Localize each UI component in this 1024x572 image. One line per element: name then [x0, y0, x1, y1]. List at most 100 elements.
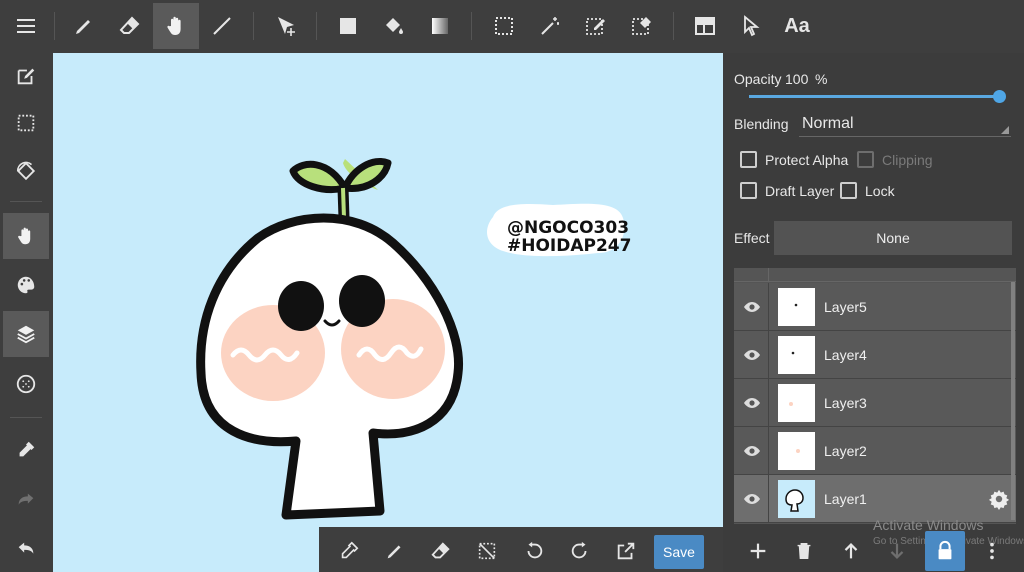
effect-label: Effect: [734, 230, 770, 246]
bucket-tool-button[interactable]: [371, 3, 417, 49]
effect-button[interactable]: None: [774, 221, 1012, 255]
palette-button[interactable]: [3, 262, 49, 308]
arrow-up-icon: [844, 543, 858, 559]
checkbox-box: [740, 182, 757, 199]
palette-icon: [17, 276, 35, 294]
layer-row-layer1[interactable]: Layer1: [734, 475, 1016, 523]
eyedropper-button[interactable]: [3, 427, 49, 473]
opacity-slider-thumb[interactable]: [993, 90, 1006, 103]
redo-button[interactable]: [3, 477, 49, 523]
lock-checkbox[interactable]: Lock: [840, 182, 895, 199]
drawing-canvas[interactable]: @NGOCO303 #HOIDAP247: [53, 53, 723, 527]
deselect-button[interactable]: [467, 531, 507, 571]
layers-icon: [17, 325, 35, 344]
rotate-right-icon: [571, 541, 587, 559]
select-pen-tool-button[interactable]: [573, 3, 619, 49]
visibility-eye-icon[interactable]: [742, 393, 762, 413]
layers-button[interactable]: [3, 311, 49, 357]
layer-row-layer5[interactable]: Layer5: [734, 283, 1016, 331]
sticker-text-1: @NGOCO303: [507, 218, 629, 238]
opacity-value: 100: [785, 71, 809, 87]
menu-button[interactable]: [3, 3, 49, 49]
move-layer-up-button[interactable]: [831, 531, 871, 571]
opacity-slider-track[interactable]: [749, 95, 999, 98]
text-tool-button[interactable]: Aa: [774, 3, 820, 49]
eraser-quick-button[interactable]: [421, 531, 461, 571]
line-icon: [213, 17, 231, 35]
layer-panel: Opacity 100 % Blending Normal Protect Al…: [723, 53, 1024, 572]
more-options-button[interactable]: [972, 531, 1012, 571]
select-rect-tool-button[interactable]: [481, 3, 527, 49]
layer-name: Layer5: [824, 299, 867, 315]
layer-row-layer3[interactable]: Layer3: [734, 379, 1016, 427]
layer-row-layer2[interactable]: Layer2: [734, 427, 1016, 475]
select-pen-icon: [586, 18, 605, 35]
save-button[interactable]: Save: [654, 535, 704, 569]
edit-button[interactable]: [3, 53, 49, 99]
blending-value: Normal: [802, 114, 854, 132]
share-button[interactable]: [606, 531, 646, 571]
selection-button[interactable]: [3, 100, 49, 146]
visibility-eye-icon[interactable]: [742, 345, 762, 365]
line-tool-button[interactable]: [199, 3, 245, 49]
artwork: @NGOCO303 #HOIDAP247: [196, 158, 631, 520]
redo-icon: [18, 493, 34, 505]
toolbar-divider: [253, 12, 254, 40]
selection-icon: [17, 114, 35, 132]
eyedropper-quick-button[interactable]: [329, 531, 369, 571]
eraser-tool-button[interactable]: [107, 3, 153, 49]
undo-button[interactable]: [3, 526, 49, 572]
blending-select[interactable]: Normal: [799, 111, 1011, 137]
grid-button[interactable]: [3, 361, 49, 407]
rotate-right-button[interactable]: [560, 531, 600, 571]
add-layer-button[interactable]: [738, 531, 778, 571]
protect-alpha-label: Protect Alpha: [765, 151, 849, 168]
sprout-stem-fill: [341, 187, 346, 219]
protect-alpha-checkbox[interactable]: Protect Alpha: [740, 151, 848, 168]
pen-quick-button[interactable]: [375, 531, 415, 571]
move-tool-button[interactable]: [263, 3, 309, 49]
delete-layer-button[interactable]: [784, 531, 824, 571]
eyedropper-icon: [341, 541, 359, 559]
toolbar-divider: [54, 12, 55, 40]
hand-tool-button[interactable]: [153, 3, 199, 49]
visibility-eye-icon[interactable]: [742, 489, 762, 509]
layer-list-scrollbar[interactable]: [1011, 282, 1015, 520]
medibang-app: Aa @NGOCO303 #HOIDAP247 Save Opacity 100…: [0, 0, 1024, 572]
panel-tool-button[interactable]: [682, 3, 728, 49]
select-rect-icon: [495, 17, 513, 35]
toolbar-divider: [471, 12, 472, 40]
arrow-down-icon: [890, 543, 904, 559]
pen-icon: [76, 20, 90, 34]
panel-icon: [695, 17, 715, 35]
select-eraser-icon: [632, 17, 651, 35]
visibility-eye-icon[interactable]: [742, 441, 762, 461]
select-eraser-tool-button[interactable]: [619, 3, 665, 49]
layer-name: Layer2: [824, 443, 867, 459]
pen-tool-button[interactable]: [61, 3, 107, 49]
layer-thumbnail: [778, 432, 815, 470]
lock-icon: [938, 540, 952, 560]
canvas-bottom-area: [53, 527, 319, 572]
move-layer-down-button[interactable]: [877, 531, 917, 571]
clipping-checkbox[interactable]: Clipping: [857, 151, 933, 168]
layer-row-layer4[interactable]: Layer4: [734, 331, 1016, 379]
fill-rect-tool-button[interactable]: [325, 3, 371, 49]
hand-button[interactable]: [3, 213, 49, 259]
lock-layer-button[interactable]: [925, 531, 965, 571]
deselect-icon: [478, 542, 496, 560]
layer-settings-gear-icon[interactable]: [988, 488, 1010, 510]
gradient-tool-button[interactable]: [417, 3, 463, 49]
rotate-canvas-button[interactable]: [3, 148, 49, 194]
rotate-left-button[interactable]: [514, 531, 554, 571]
left-sidebar: [0, 53, 53, 572]
dropdown-caret-icon: [1001, 126, 1009, 134]
visibility-eye-icon[interactable]: [742, 297, 762, 317]
magic-wand-tool-button[interactable]: [527, 3, 573, 49]
external-link-icon: [617, 542, 635, 560]
opacity-unit: %: [815, 71, 828, 87]
checkbox-box: [740, 151, 757, 168]
undo-icon: [18, 542, 34, 554]
draft-layer-checkbox[interactable]: Draft Layer: [740, 182, 834, 199]
pointer-tool-button[interactable]: [728, 3, 774, 49]
